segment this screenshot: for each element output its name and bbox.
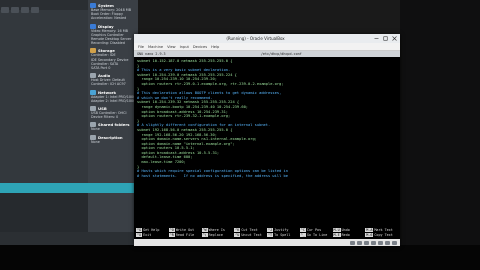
vm-title: (Running) - Oracle VirtualBox (226, 36, 285, 41)
bottom-black-bar (0, 245, 480, 270)
details-row: Adapter 2: Intel PRO/1000 (91, 98, 136, 103)
menu-item-view[interactable]: View (167, 45, 176, 49)
menu-item-machine[interactable]: Machine (148, 45, 163, 49)
shortcut-key: ^\ (201, 233, 208, 237)
shortcut-key: ^O (168, 228, 175, 232)
show-icon[interactable] (31, 7, 39, 13)
shortcut-label: Uncut Text (241, 233, 262, 237)
shortcut-label: To Spell (274, 233, 291, 237)
shortcut-label: Mark Text (374, 228, 393, 232)
shortcut-label: Write Out (175, 228, 195, 232)
hdd-icon[interactable] (350, 240, 355, 245)
shortcut: M-A Mark Text (365, 228, 398, 232)
section-title: Display (98, 23, 114, 29)
shortcut: ^W Where Is (201, 228, 235, 232)
shortcut-key: ^C (299, 228, 306, 232)
section-icon (90, 23, 96, 29)
shortcut-key: M-U (332, 228, 341, 232)
shortcut-label: Read File (175, 233, 195, 237)
new-vm-icon[interactable] (1, 7, 9, 13)
usb-icon[interactable] (371, 240, 376, 245)
details-row: None (91, 139, 100, 144)
menu-item-devices[interactable]: Devices (193, 45, 207, 49)
vm-statusbar (134, 239, 400, 246)
shortcut: ^R Read File (168, 233, 202, 237)
shortcut-key: ^G (136, 228, 143, 232)
shortcut: ^T To Spell (267, 233, 300, 237)
vm-details-panel: System Base Memory: 2048 MB Boot Order: Fl… (88, 0, 138, 232)
shortcut: ^G Get Help (136, 228, 169, 232)
shortcut: M-6 Copy Text (365, 233, 398, 237)
desktop-background (400, 0, 480, 270)
shortcut-label: Where Is (208, 228, 225, 232)
shortcut-label: Cur Pos (306, 228, 322, 232)
shortcut: M-U Undo (332, 228, 366, 232)
minimize-icon[interactable] (374, 36, 379, 41)
shortcut-key: ^K (234, 228, 241, 232)
shortcut-label: Copy Text (374, 233, 393, 237)
close-icon[interactable] (392, 36, 397, 41)
display-icon[interactable] (385, 240, 390, 245)
discard-icon[interactable] (21, 7, 29, 13)
shortcut-label: Replace (208, 233, 223, 237)
shortcut: ^\ Replace (201, 233, 235, 237)
vm-list-lower (0, 193, 88, 232)
shortcut-key: ^_ (299, 233, 306, 237)
shortcut: ^J Justify (267, 228, 300, 232)
shortcut-key: M-E (332, 233, 341, 237)
shortcut-label: Undo (341, 228, 350, 232)
menu-item-file[interactable]: File (138, 45, 144, 49)
vm-window: (Running) - Oracle VirtualBox File Machin… (134, 34, 400, 246)
shortcut-key: ^J (267, 228, 274, 232)
menu-item-help[interactable]: Help (211, 45, 219, 49)
section-icon (90, 134, 96, 140)
shortcut-label: Exit (143, 233, 152, 237)
details-row: Acceleration: Nested (91, 16, 127, 21)
details-row: SATA Port 0 (91, 66, 111, 71)
vm-list-panel (0, 0, 88, 183)
section-title: Network (98, 89, 117, 95)
section-title: Description (98, 134, 123, 140)
shortcut: M-E Redo (332, 233, 366, 237)
selected-vm-row[interactable] (0, 183, 137, 193)
shortcut-label: Cut Text (241, 228, 258, 232)
settings-icon[interactable] (11, 7, 19, 13)
shortcut-label: Get Help (143, 228, 160, 232)
shortcut: ^O Write Out (168, 228, 202, 232)
shortcut-key: ^T (267, 233, 274, 237)
network-icon[interactable] (364, 240, 369, 245)
section-icon (90, 89, 96, 95)
nano-shortcuts: ^G Get Help ^O Write Out ^W Where Is ^K Cut Tex… (136, 228, 398, 237)
shortcut-key: ^R (168, 233, 175, 237)
shortcut: ^X Exit (136, 233, 169, 237)
menu-item-input[interactable]: Input (180, 45, 189, 49)
shortcut-key: ^W (201, 228, 208, 232)
shortcut: ^C Cur Pos (299, 228, 333, 232)
vm-menubar: File Machine View Input Devices Help (134, 43, 400, 51)
shortcut-label: Go To Line (306, 233, 328, 237)
shortcut-label: Justify (274, 228, 289, 232)
shortcut: ^K Cut Text (234, 228, 267, 232)
keyboard-icon[interactable] (392, 240, 397, 245)
editor-line: # host statements. If no address is spec… (137, 173, 288, 178)
details-row: Controller: ICH AC97 (91, 82, 126, 87)
nano-editor[interactable]: subnet 10.152.187.0 netmask 255.255.255.… (134, 57, 400, 180)
details-row: None (91, 127, 100, 132)
nano-filename: /etc/dhcp/dhcpd.conf (260, 52, 302, 56)
shortcut: ^_ Go To Line (299, 233, 333, 237)
shortcut-label: Redo (341, 233, 350, 237)
details-row: Device Filters: 0 (91, 115, 119, 120)
maximize-icon[interactable] (383, 36, 388, 41)
nano-version: GNU nano 2.9.3 (137, 52, 166, 56)
shortcut-key: M-6 (365, 233, 374, 237)
shortcut-key: ^U (234, 233, 241, 237)
shortcut-key: ^X (136, 233, 143, 237)
details-row: Recording: Disabled (91, 41, 125, 46)
section-title: Shared folders (98, 122, 130, 128)
vm-titlebar[interactable]: (Running) - Oracle VirtualBox (134, 34, 400, 43)
shared-folder-icon[interactable] (378, 240, 383, 245)
shortcut: ^U Uncut Text (234, 233, 267, 237)
shortcut-key: M-A (365, 228, 374, 232)
optical-drive-icon[interactable] (357, 240, 362, 245)
